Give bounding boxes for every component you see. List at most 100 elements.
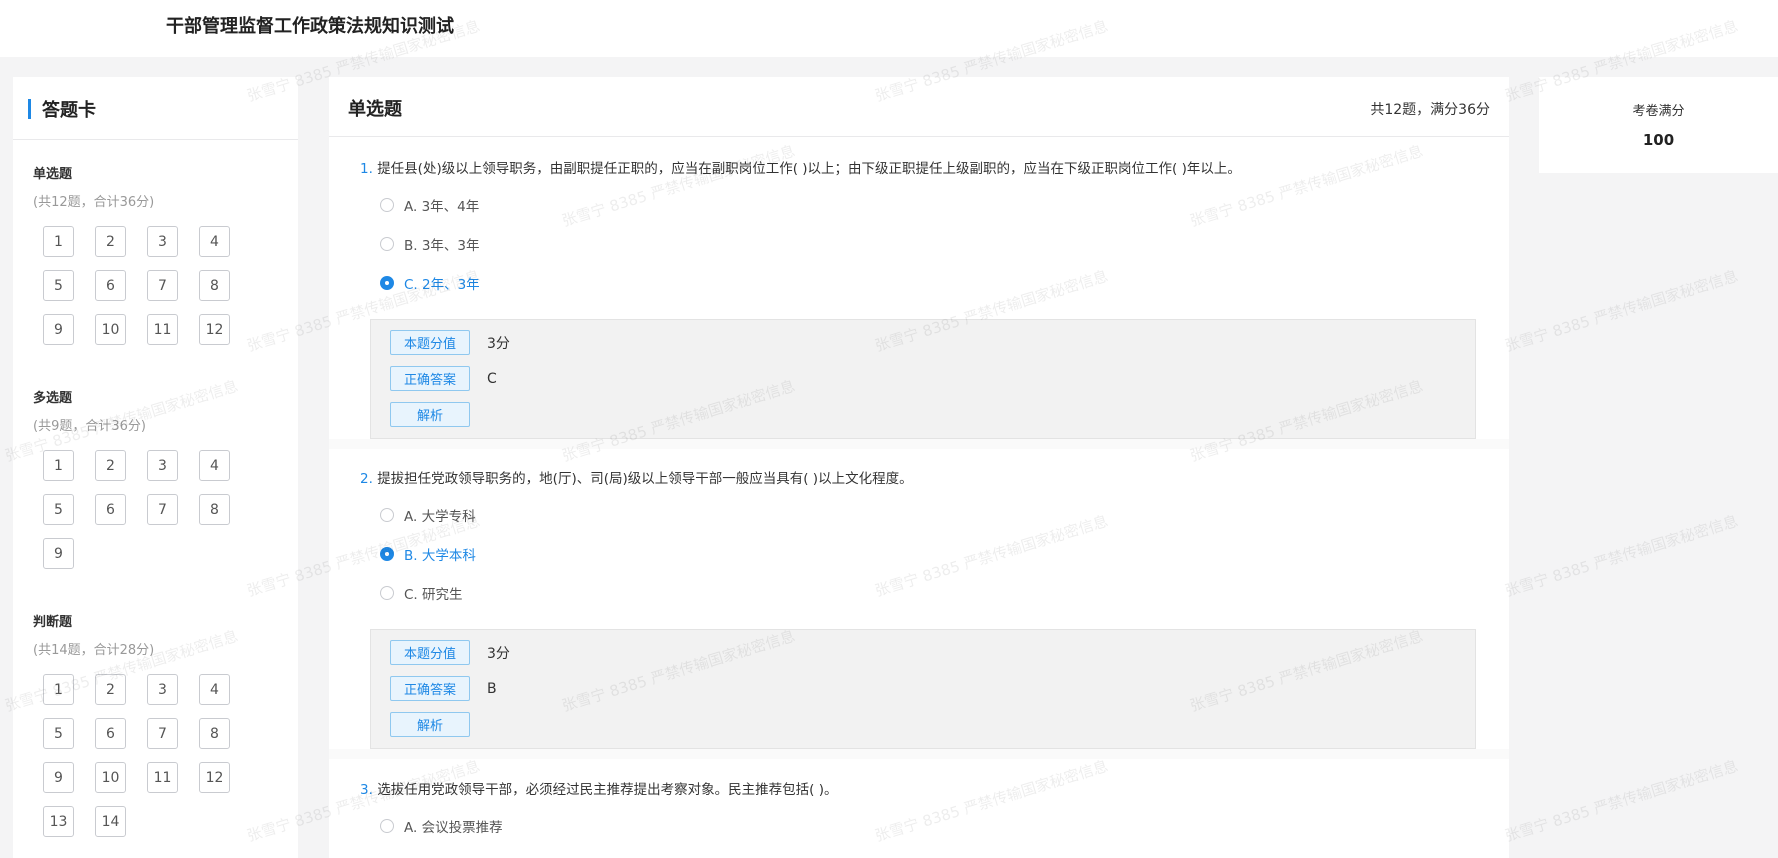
score-tag: 本题分值 xyxy=(390,330,470,355)
question-number-button[interactable]: 11 xyxy=(147,762,178,793)
question-number-button[interactable]: 10 xyxy=(95,314,126,345)
analysis-button[interactable]: 解析 xyxy=(390,712,470,737)
option-radio[interactable]: C. 研究生 xyxy=(380,583,463,603)
question-text: 提任县(处)级以上领导职务，由副职提任正职的，应当在副职岗位工作( )以上；由下… xyxy=(377,161,1241,177)
answer-card-title: 答题卡 xyxy=(42,100,96,121)
answer-box: 本题分值 3分 正确答案 B 解析 xyxy=(370,629,1476,749)
question-number-button[interactable]: 11 xyxy=(147,314,178,345)
section-true-false: 判断题 (共14题，合计28分) 1 2 3 4 5 6 7 8 9 10 11… xyxy=(33,611,230,837)
question-number-button[interactable]: 6 xyxy=(95,494,126,525)
question-number-grid: 1 2 3 4 5 6 7 8 9 xyxy=(43,450,230,569)
score-tag: 本题分值 xyxy=(390,640,470,665)
option-radio[interactable]: A. 会议投票推荐 xyxy=(380,816,503,836)
question-number-grid: 1 2 3 4 5 6 7 8 9 10 11 12 xyxy=(43,226,230,345)
question-number-button[interactable]: 6 xyxy=(95,718,126,749)
question-number-button[interactable]: 5 xyxy=(43,494,74,525)
option-label: B. 大学本科 xyxy=(404,548,476,564)
answer-card-header: 答题卡 xyxy=(13,77,298,140)
question-number-button[interactable]: 7 xyxy=(147,494,178,525)
option-radio[interactable]: A. 3年、4年 xyxy=(380,195,479,215)
watermark-text: 张雪宁 8385 严禁传输国家秘密信息 xyxy=(1502,266,1741,356)
question-number-button[interactable]: 8 xyxy=(199,494,230,525)
score-value: 3分 xyxy=(487,335,510,352)
question-number-button[interactable]: 7 xyxy=(147,718,178,749)
question-number: 1. xyxy=(360,161,373,177)
section-summary: (共12题，合计36分) xyxy=(33,195,155,210)
question-number-button[interactable]: 8 xyxy=(199,718,230,749)
answer-row: 正确答案 C xyxy=(390,366,497,391)
question-number-button[interactable]: 13 xyxy=(43,806,74,837)
question-number: 3. xyxy=(360,782,373,798)
section-info: 共12题，满分36分 xyxy=(1370,102,1490,118)
radio-icon[interactable] xyxy=(380,508,394,522)
correct-answer-value: B xyxy=(487,680,497,697)
question-number-button[interactable]: 2 xyxy=(95,674,126,705)
question-number-button[interactable]: 3 xyxy=(147,450,178,481)
question-number-button[interactable]: 4 xyxy=(199,674,230,705)
radio-icon[interactable] xyxy=(380,819,394,833)
question-number-button[interactable]: 1 xyxy=(43,450,74,481)
radio-icon[interactable] xyxy=(380,237,394,251)
question-number-button[interactable]: 2 xyxy=(95,450,126,481)
question-number-button[interactable]: 5 xyxy=(43,718,74,749)
question-number-button[interactable]: 4 xyxy=(199,450,230,481)
question-number-button[interactable]: 4 xyxy=(199,226,230,257)
option-radio-selected[interactable]: B. 大学本科 xyxy=(380,544,476,564)
question-number-button[interactable]: 9 xyxy=(43,538,74,569)
question-number-button[interactable]: 3 xyxy=(147,226,178,257)
top-header: 干部管理监督工作政策法规知识测试 xyxy=(0,0,1778,57)
option-label: A. 3年、4年 xyxy=(404,199,480,215)
question-stem: 1. 提任县(处)级以上领导职务，由副职提任正职的，应当在副职岗位工作( )以上… xyxy=(360,157,1241,177)
full-score-panel: 考卷满分 100 xyxy=(1539,77,1778,173)
question-number-button[interactable]: 1 xyxy=(43,674,74,705)
question-number-button[interactable]: 5 xyxy=(43,270,74,301)
answer-card-panel: 答题卡 单选题 (共12题，合计36分) 1 2 3 4 5 6 7 8 9 1… xyxy=(13,77,298,858)
section-single-choice: 单选题 (共12题，合计36分) 1 2 3 4 5 6 7 8 9 10 11… xyxy=(33,163,230,345)
full-score-value: 100 xyxy=(1642,131,1675,149)
correct-answer-tag: 正确答案 xyxy=(390,676,470,701)
exam-title: 干部管理监督工作政策法规知识测试 xyxy=(166,16,454,37)
section-title: 单选题 xyxy=(348,99,402,120)
question-number-button[interactable]: 10 xyxy=(95,762,126,793)
answer-row: 正确答案 B xyxy=(390,676,497,701)
option-radio[interactable]: A. 大学专科 xyxy=(380,505,476,525)
question-number-grid: 1 2 3 4 5 6 7 8 9 10 11 12 13 14 xyxy=(43,674,230,837)
option-radio[interactable]: B. 3年、3年 xyxy=(380,234,480,254)
question-number: 2. xyxy=(360,471,373,487)
section-name: 多选题 xyxy=(33,391,73,406)
score-value: 3分 xyxy=(487,645,510,662)
radio-checked-icon[interactable] xyxy=(380,276,394,290)
section-name: 单选题 xyxy=(33,167,73,182)
radio-icon[interactable] xyxy=(380,586,394,600)
answer-box: 本题分值 3分 正确答案 C 解析 xyxy=(370,319,1476,439)
question-number-button[interactable]: 8 xyxy=(199,270,230,301)
question-number-button[interactable]: 1 xyxy=(43,226,74,257)
score-row: 本题分值 3分 xyxy=(390,640,510,665)
section-summary: (共9题，合计36分) xyxy=(33,419,146,434)
question-number-button[interactable]: 2 xyxy=(95,226,126,257)
question-divider xyxy=(329,749,1509,759)
question-number-button[interactable]: 7 xyxy=(147,270,178,301)
question-number-button[interactable]: 6 xyxy=(95,270,126,301)
analysis-button[interactable]: 解析 xyxy=(390,402,470,427)
question-number-button[interactable]: 12 xyxy=(199,314,230,345)
analysis-row: 解析 xyxy=(390,402,470,427)
question-panel: 单选题 共12题，满分36分 1. 提任县(处)级以上领导职务，由副职提任正职的… xyxy=(329,77,1509,858)
option-label: A. 大学专科 xyxy=(404,509,476,525)
question-text: 提拔担任党政领导职务的，地(厅)、司(局)级以上领导干部一般应当具有( )以上文… xyxy=(377,471,913,487)
option-label: C. 2年、3年 xyxy=(404,277,480,293)
question-number-button[interactable]: 9 xyxy=(43,314,74,345)
question-number-button[interactable]: 14 xyxy=(95,806,126,837)
question-number-button[interactable]: 9 xyxy=(43,762,74,793)
analysis-row: 解析 xyxy=(390,712,470,737)
question-stem: 2. 提拔担任党政领导职务的，地(厅)、司(局)级以上领导干部一般应当具有( )… xyxy=(360,467,913,487)
radio-checked-icon[interactable] xyxy=(380,547,394,561)
watermark-text: 张雪宁 8385 严禁传输国家秘密信息 xyxy=(1502,756,1741,846)
question-number-button[interactable]: 12 xyxy=(199,762,230,793)
option-radio-selected[interactable]: C. 2年、3年 xyxy=(380,273,480,293)
section-summary: (共14题，合计28分) xyxy=(33,643,155,658)
radio-icon[interactable] xyxy=(380,198,394,212)
question-divider xyxy=(329,439,1509,449)
section-multiple-choice: 多选题 (共9题，合计36分) 1 2 3 4 5 6 7 8 9 xyxy=(33,387,230,569)
question-number-button[interactable]: 3 xyxy=(147,674,178,705)
